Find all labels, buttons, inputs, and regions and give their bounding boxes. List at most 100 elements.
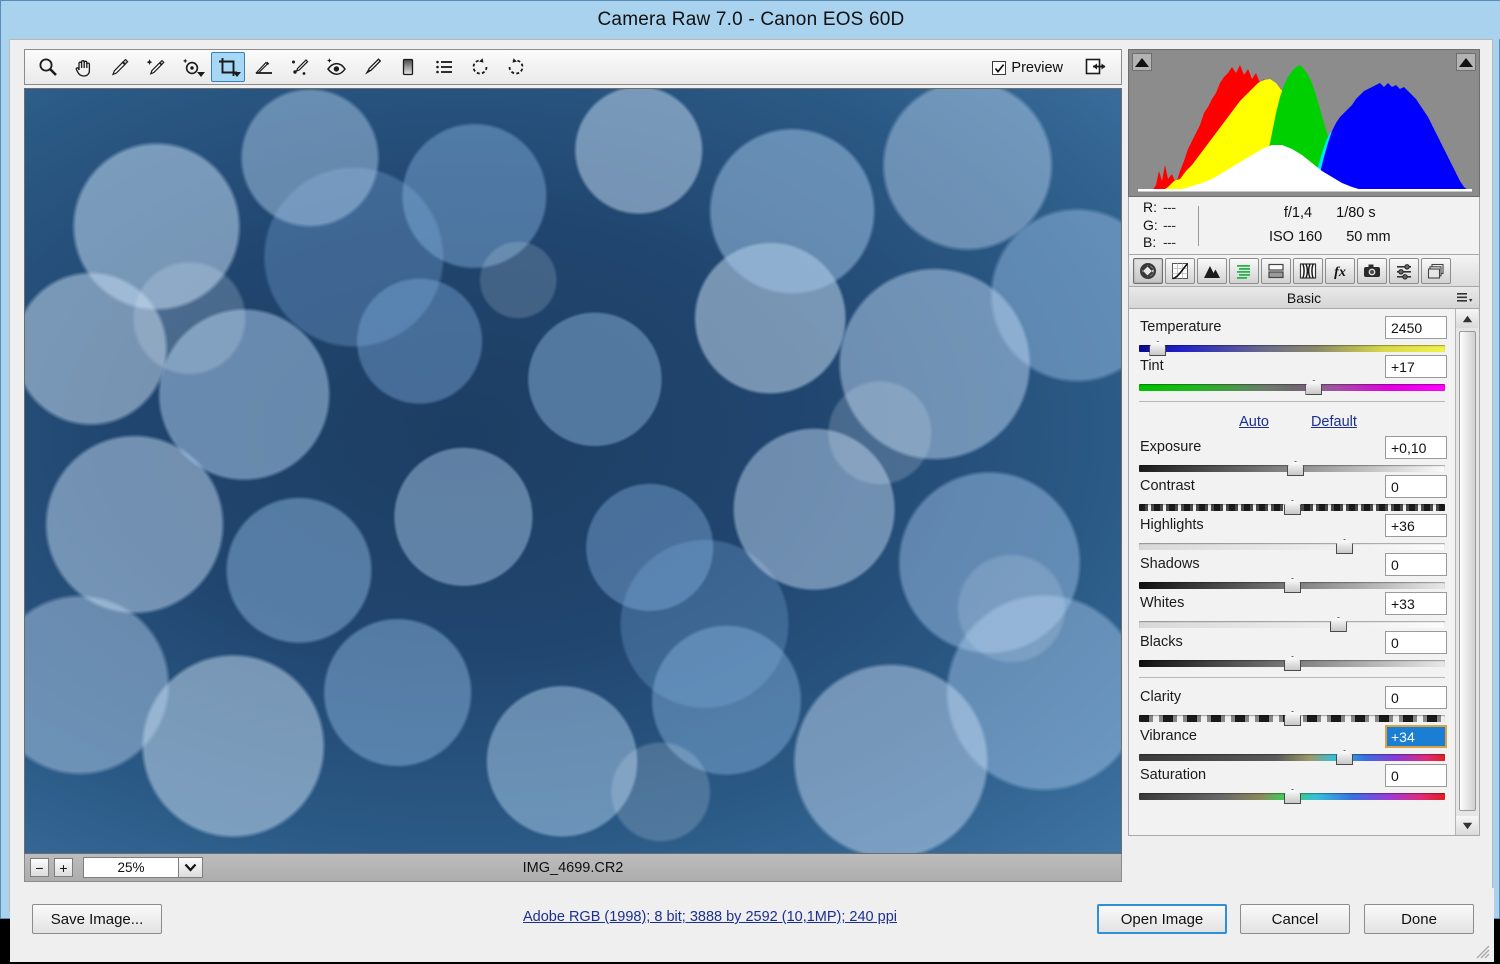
scroll-down-button[interactable] [1456,816,1478,835]
vibrance-value[interactable]: +34 [1385,725,1447,748]
white-balance-tool[interactable] [103,52,137,82]
color-sampler-tool[interactable] [139,52,173,82]
preview-toggle[interactable]: Preview [992,50,1063,86]
highlights-track[interactable] [1139,539,1445,554]
blacks-value[interactable]: 0 [1385,631,1447,654]
cancel-button[interactable]: Cancel [1240,904,1350,934]
tab-presets[interactable] [1389,257,1419,284]
exposure-value[interactable]: +0,10 [1385,436,1447,459]
rotate-cw-tool[interactable] [499,52,533,82]
exposure-track[interactable] [1139,461,1445,476]
tab-lens-corrections[interactable] [1293,257,1323,284]
clarity-value[interactable]: 0 [1385,686,1447,709]
scroll-up-button[interactable] [1456,309,1478,328]
whites-track[interactable] [1139,617,1445,632]
tab-camera-calibration[interactable] [1357,257,1387,284]
slider-temperature[interactable]: Temperature 2450 [1129,315,1455,356]
chevron-down-icon [197,72,205,77]
panel-header: Basic [1128,287,1480,309]
slider-shadows[interactable]: Shadows 0 [1129,552,1455,593]
slider-label: Clarity [1140,689,1182,705]
g-label: G: [1143,216,1158,233]
tab-snapshots[interactable] [1421,257,1451,284]
snapshots-stack-icon [1427,263,1444,279]
blacks-track[interactable] [1139,656,1445,671]
zoom-tool[interactable] [31,52,65,82]
presets-tool[interactable] [427,52,461,82]
slider-blacks[interactable]: Blacks 0 [1129,630,1455,671]
saturation-knob[interactable] [1284,789,1301,804]
highlights-value[interactable]: +36 [1385,514,1447,537]
tab-detail[interactable] [1197,257,1227,284]
targeted-adjustment-tool[interactable] [175,52,209,82]
clarity-track[interactable] [1139,711,1445,726]
preview-checkbox[interactable] [992,61,1007,75]
shadows-value[interactable]: 0 [1385,553,1447,576]
highlight-clipping-button[interactable] [1456,53,1476,71]
iso-value: ISO 160 [1268,228,1323,245]
shadow-clipping-button[interactable] [1132,53,1152,71]
slider-clarity[interactable]: Clarity 0 [1129,685,1455,726]
red-eye-removal-tool[interactable] [319,52,353,82]
temperature-track[interactable] [1139,341,1445,356]
blacks-knob[interactable] [1284,656,1301,671]
slider-contrast[interactable]: Contrast 0 [1129,474,1455,515]
slider-exposure[interactable]: Exposure +0,10 [1129,435,1455,476]
graduated-filter-tool[interactable] [391,52,425,82]
tab-basic[interactable] [1133,257,1163,284]
scrollbar-thumb[interactable] [1459,331,1476,811]
slider-label: Saturation [1140,767,1207,783]
rgb-exif-readout: R: --- G: --- B: --- f/1,4 1/80 s ISO 160 5… [1128,197,1480,255]
rotate-ccw-tool[interactable] [463,52,497,82]
default-link[interactable]: Default [1311,414,1357,430]
whites-value[interactable]: +33 [1385,592,1447,615]
contrast-value[interactable]: 0 [1385,475,1447,498]
tab-effects[interactable]: fx [1325,257,1355,284]
resize-grip[interactable] [1476,945,1490,959]
focal-length-value: 50 mm [1346,228,1391,245]
workflow-options-link[interactable]: Adobe RGB (1998); 8 bit; 3888 by 2592 (1… [510,909,910,925]
fullscreen-toggle-icon[interactable] [1081,53,1111,81]
histogram-panel [1128,49,1480,197]
adjustment-brush-tool[interactable] [355,52,389,82]
tint-value[interactable]: +17 [1385,355,1447,378]
temperature-value[interactable]: 2450 [1385,316,1447,339]
slider-label: Temperature [1140,319,1222,335]
triangle-up-icon [1459,57,1473,67]
straighten-tool[interactable] [247,52,281,82]
save-image-button[interactable]: Save Image... [32,904,162,934]
saturation-value[interactable]: 0 [1385,764,1447,787]
panel-scrollbar[interactable] [1455,309,1479,835]
lens-correction-icon [1299,262,1317,279]
crop-tool[interactable] [211,52,245,82]
slider-vibrance[interactable]: Vibrance +34 [1129,724,1455,765]
hand-tool[interactable] [67,52,101,82]
title-bar: Camera Raw 7.0 - Canon EOS 60D [1,1,1500,39]
saturation-track[interactable] [1139,789,1445,804]
camera-raw-window: Camera Raw 7.0 - Canon EOS 60D Preview −… [0,0,1500,962]
open-image-button[interactable]: Open Image [1097,904,1227,934]
slider-label: Tint [1140,358,1164,374]
tab-hsl-grayscale[interactable] [1229,257,1259,284]
spot-removal-tool[interactable] [283,52,317,82]
panel-title: Basic [1286,289,1322,306]
image-preview-canvas[interactable] [24,88,1122,854]
tab-tone-curve[interactable] [1165,257,1195,284]
slider-tint[interactable]: Tint +17 [1129,354,1455,395]
fx-icon: fx [1334,265,1346,280]
auto-link[interactable]: Auto [1239,414,1269,430]
contrast-track[interactable] [1139,500,1445,515]
shadows-track[interactable] [1139,578,1445,593]
panel-menu-icon[interactable] [1457,291,1473,309]
slider-label: Contrast [1140,478,1195,494]
tint-track[interactable] [1139,380,1445,395]
slider-highlights[interactable]: Highlights +36 [1129,513,1455,554]
vibrance-track[interactable] [1139,750,1445,765]
tab-split-toning[interactable] [1261,257,1291,284]
camera-icon [1364,264,1380,277]
tint-knob[interactable] [1305,380,1323,395]
slider-saturation[interactable]: Saturation 0 [1129,763,1455,804]
slider-whites[interactable]: Whites +33 [1129,591,1455,632]
slider-label: Whites [1140,595,1185,611]
done-button[interactable]: Done [1364,904,1474,934]
